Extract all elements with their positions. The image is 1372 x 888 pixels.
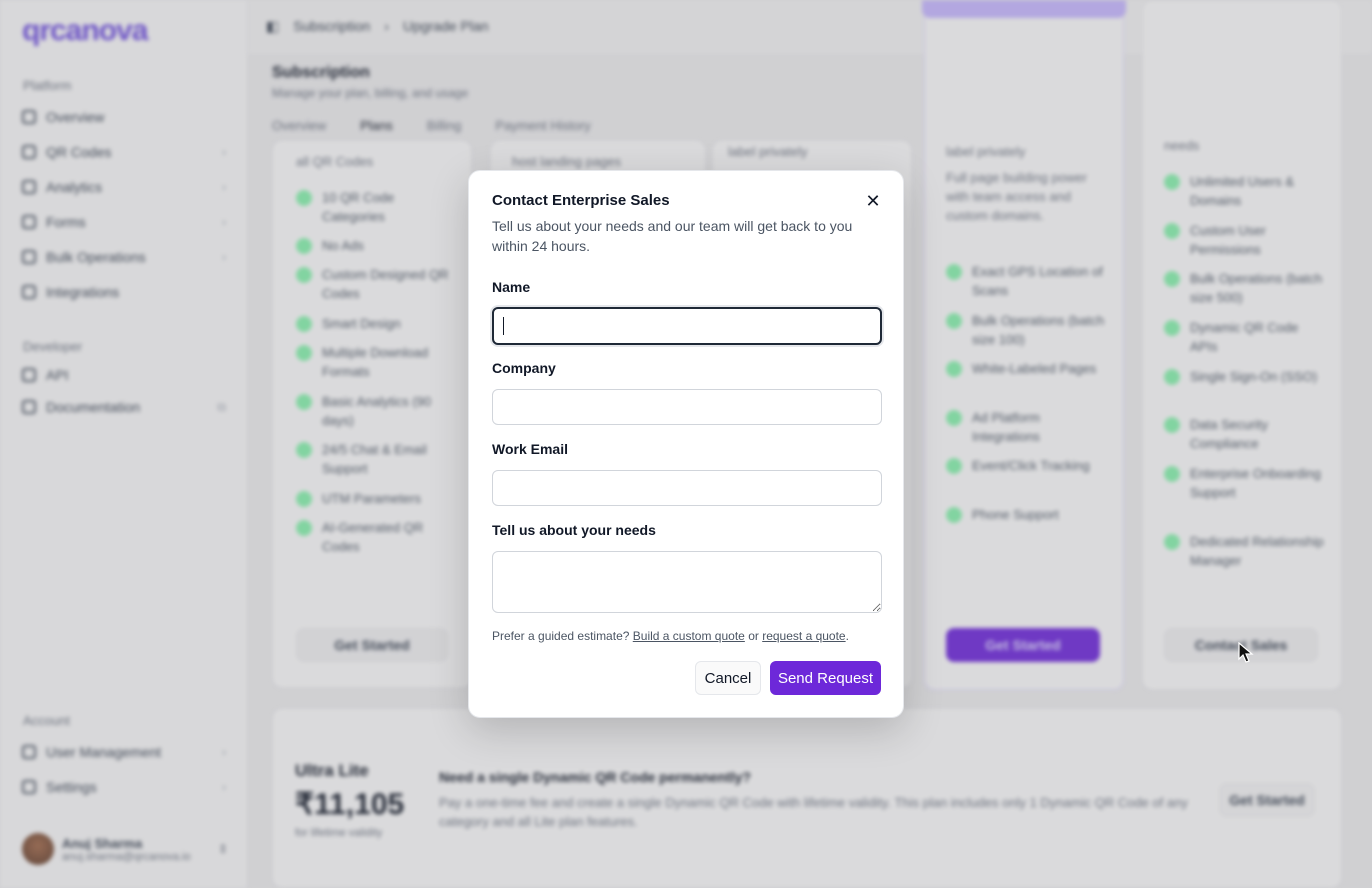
name-input[interactable] (492, 307, 882, 345)
hint-text: or (748, 629, 759, 643)
text-caret (503, 317, 504, 335)
dialog-description: Tell us about your needs and our team wi… (492, 218, 853, 254)
needs-label: Tell us about your needs (492, 522, 656, 538)
quote-hint: Prefer a guided estimate? Build a custom… (492, 629, 849, 643)
contact-sales-dialog: Contact Enterprise Sales ✕ Tell us about… (468, 170, 904, 718)
hint-text: Prefer a guided estimate? (492, 629, 630, 643)
work-email-input[interactable] (492, 470, 882, 506)
needs-textarea[interactable] (492, 551, 882, 613)
send-request-button[interactable]: Send Request (770, 661, 881, 695)
cancel-button[interactable]: Cancel (695, 661, 761, 695)
close-icon[interactable]: ✕ (863, 191, 883, 211)
mouse-cursor-icon (1238, 642, 1254, 663)
company-input[interactable] (492, 389, 882, 425)
request-quote-link[interactable]: request a quote (762, 629, 845, 643)
hint-text: . (845, 629, 849, 643)
build-custom-quote-link[interactable]: Build a custom quote (633, 629, 745, 643)
name-label: Name (492, 279, 531, 295)
dialog-title: Contact Enterprise Sales (492, 192, 670, 209)
company-label: Company (492, 360, 556, 376)
work-email-label: Work Email (492, 441, 568, 457)
